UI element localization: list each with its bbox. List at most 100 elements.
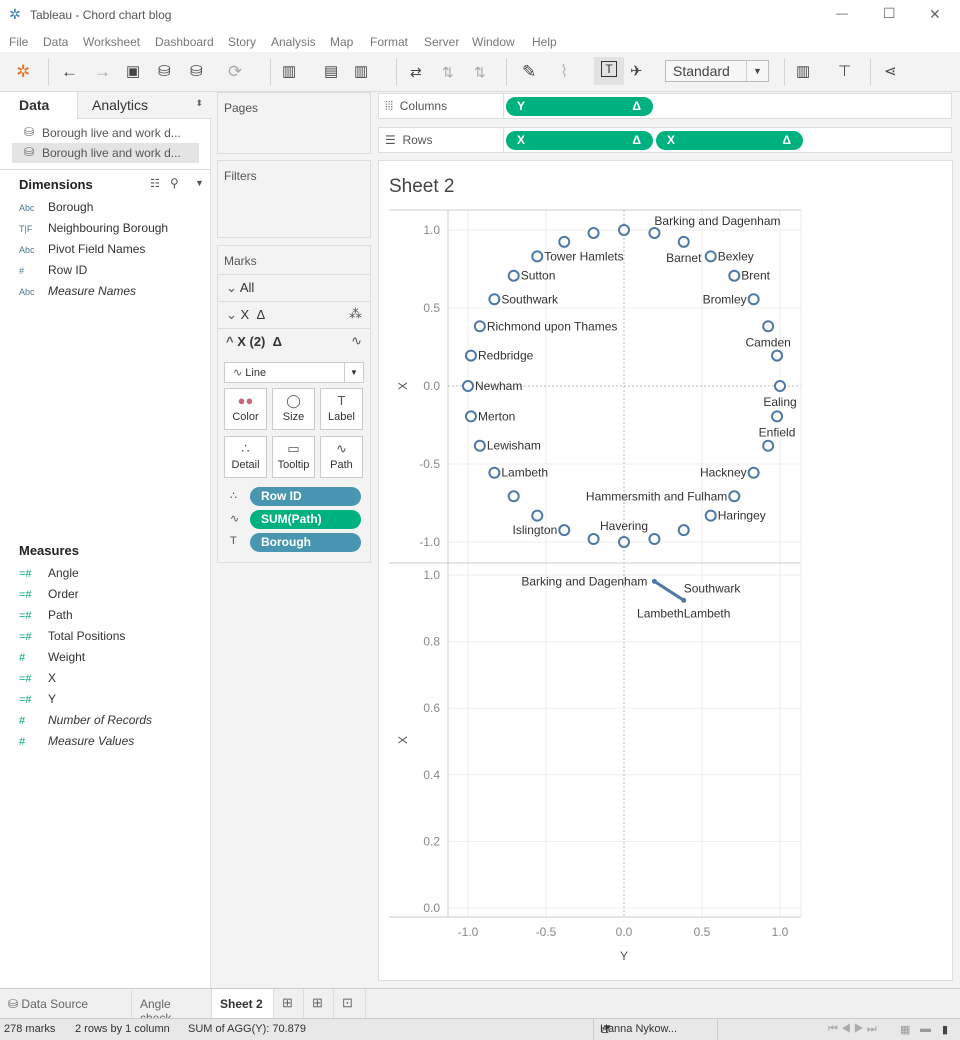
field-path[interactable]: =# Path — [19, 608, 73, 628]
data-point[interactable] — [507, 269, 520, 282]
data-point[interactable] — [771, 410, 784, 423]
search-icon[interactable]: ⚲ — [170, 176, 179, 190]
tab-angle-check[interactable]: Angle check — [132, 989, 212, 1025]
data-point[interactable] — [704, 250, 717, 263]
field-number-of-records[interactable]: # Number of Records — [19, 713, 152, 733]
new-worksheet-icon[interactable]: ▥ — [282, 62, 296, 82]
marks-pill[interactable]: SUM(Path) — [250, 510, 361, 529]
data-point[interactable] — [728, 269, 741, 282]
highlight-icon[interactable]: ✎ — [522, 62, 536, 82]
datasource-item-active[interactable]: ⛁ Borough live and work d... — [12, 143, 199, 163]
sort-ascending-icon[interactable]: ⇅ — [442, 62, 454, 82]
chord-line[interactable] — [653, 580, 685, 602]
menu-help[interactable]: Help — [532, 35, 557, 49]
pause-updates-icon[interactable]: ⛁ — [190, 62, 203, 82]
attach-icon[interactable]: ⌇ — [560, 62, 568, 82]
tableau-home-icon[interactable]: ✲ — [16, 62, 30, 82]
data-point[interactable] — [771, 349, 784, 362]
menu-data[interactable]: Data — [43, 35, 68, 49]
data-point[interactable] — [618, 224, 630, 236]
size-button[interactable]: ◯ Size — [272, 388, 315, 430]
tab-view-icon[interactable]: ▮ — [942, 1023, 948, 1036]
field-total-positions[interactable]: =# Total Positions — [19, 629, 125, 649]
swap-icon[interactable]: ⇄ — [410, 62, 422, 82]
view-list-icon[interactable]: ☷ — [150, 177, 160, 190]
field-measure-names[interactable]: Abc Measure Names — [19, 284, 136, 304]
clear-sheet-icon[interactable]: ▥ — [354, 62, 368, 82]
new-worksheet-icon[interactable]: ⊞ — [274, 989, 304, 1018]
presentation-icon[interactable]: ⊤ — [838, 62, 851, 82]
data-point[interactable] — [648, 533, 661, 546]
menu-dashboard[interactable]: Dashboard — [155, 35, 214, 49]
data-point[interactable] — [677, 235, 690, 248]
data-point[interactable] — [488, 466, 501, 479]
tooltip-button[interactable]: ▭ Tooltip — [272, 436, 315, 478]
data-point[interactable] — [774, 380, 786, 392]
field-y[interactable]: =# Y — [19, 692, 56, 712]
menu-story[interactable]: Story — [228, 35, 256, 49]
marks-pill[interactable]: Row ID — [250, 487, 361, 506]
data-point[interactable] — [558, 235, 571, 248]
dropdown-icon[interactable]: ▼ — [195, 178, 204, 188]
marks-pill[interactable]: Borough — [250, 533, 361, 552]
menu-analysis[interactable]: Analysis — [271, 35, 316, 49]
duplicate-sheet-icon[interactable]: ▤ — [324, 62, 338, 82]
tab-data[interactable]: Data — [0, 92, 77, 119]
tab-data-source[interactable]: ⛁ Data Source — [0, 989, 132, 1018]
data-point[interactable] — [531, 509, 544, 522]
menu-map[interactable]: Map — [330, 35, 353, 49]
path-button[interactable]: ∿ Path — [320, 436, 363, 478]
tab-sheet-2[interactable]: Sheet 2 — [212, 989, 274, 1018]
page-navigation-icon[interactable]: ⏮ ◀ ▶ ⏭ — [828, 1023, 877, 1036]
show-labels-icon[interactable]: T — [594, 57, 624, 85]
menu-server[interactable]: Server — [424, 35, 459, 49]
rows-shelf[interactable]: ☰ Rows XΔ XΔ — [378, 127, 952, 153]
data-point[interactable] — [762, 320, 775, 333]
data-point[interactable] — [473, 439, 486, 452]
data-point[interactable] — [464, 349, 477, 362]
data-point[interactable] — [747, 466, 760, 479]
new-datasource-icon[interactable]: ⛁ — [158, 62, 171, 82]
menu-format[interactable]: Format — [370, 35, 408, 49]
new-story-icon[interactable]: ⊡ — [334, 989, 366, 1018]
field-x[interactable]: =# X — [19, 671, 56, 691]
data-point[interactable] — [507, 490, 520, 503]
data-point[interactable] — [531, 250, 544, 263]
marks-x2-row[interactable]: ^ X (2) Δ ∿ — [218, 328, 370, 354]
data-point[interactable] — [762, 439, 775, 452]
field-weight[interactable]: # Weight — [19, 650, 85, 670]
data-point[interactable] — [558, 524, 571, 537]
data-point[interactable] — [747, 293, 760, 306]
data-point[interactable] — [677, 524, 690, 537]
close-button[interactable]: ✕ — [929, 6, 941, 23]
menu-file[interactable]: File — [9, 35, 28, 49]
data-point[interactable] — [704, 509, 717, 522]
user-menu[interactable]: ♙ Hanna Nykow... ▼ — [593, 1019, 718, 1040]
menu-window[interactable]: Window — [472, 35, 515, 49]
row-pill-x2[interactable]: XΔ — [656, 131, 803, 150]
pin-icon[interactable]: ✈ — [630, 62, 643, 82]
grid-view-icon[interactable]: ▦ — [900, 1023, 910, 1036]
column-pill-y[interactable]: YΔ — [506, 97, 653, 116]
data-point[interactable] — [462, 380, 474, 392]
marks-x-row[interactable]: ⌄ X Δ ⁂ — [218, 301, 370, 327]
row-pill-x[interactable]: XΔ — [506, 131, 653, 150]
data-point[interactable] — [587, 226, 600, 239]
data-point[interactable] — [473, 320, 486, 333]
new-dashboard-icon[interactable]: ⊞ — [304, 989, 334, 1018]
menu-worksheet[interactable]: Worksheet — [83, 35, 140, 49]
data-point[interactable] — [618, 536, 630, 548]
data-point[interactable] — [587, 533, 600, 546]
field-row-id[interactable]: # Row ID — [19, 263, 87, 283]
data-point[interactable] — [728, 490, 741, 503]
field-angle[interactable]: =# Angle — [19, 566, 79, 586]
color-button[interactable]: ●● Color — [224, 388, 267, 430]
field-borough[interactable]: Abc Borough — [19, 200, 93, 220]
detail-button[interactable]: ∴ Detail — [224, 436, 267, 478]
mark-type-select[interactable]: ∿ Line ▼ — [224, 362, 364, 383]
maximize-button[interactable]: ☐ — [883, 5, 896, 22]
minimize-button[interactable]: — — [836, 6, 848, 20]
forward-icon[interactable]: → — [94, 62, 111, 82]
back-icon[interactable]: ← — [61, 62, 78, 82]
show-me-icon[interactable]: ▥ — [796, 62, 810, 82]
